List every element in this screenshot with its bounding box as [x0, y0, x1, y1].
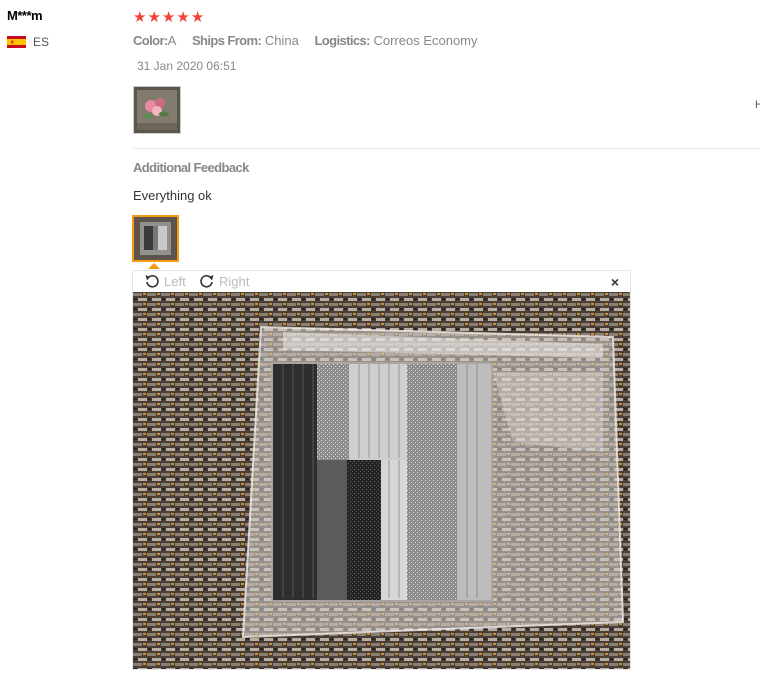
selected-thumbnail-pointer	[148, 263, 160, 269]
rotate-right-button[interactable]: Right	[199, 273, 249, 289]
close-viewer-button[interactable]: ×	[611, 274, 619, 290]
additional-feedback-text: Everything ok	[133, 188, 212, 203]
review-date: 31 Jan 2020 06:51	[137, 59, 237, 73]
rotate-left-icon	[145, 274, 159, 288]
star-icon: ★	[190, 9, 205, 26]
attr-ships-from: Ships From: China	[191, 33, 299, 48]
reviewer-name: M***m	[7, 8, 43, 23]
viewer-toolbar: Left Right ×	[133, 271, 630, 292]
order-attributes: Color:A Ships From: China Logistics: Cor…	[133, 33, 490, 48]
star-rating: ★ ★ ★ ★ ★	[133, 9, 204, 27]
star-icon: ★	[147, 9, 161, 26]
attr-color: Color:A	[133, 33, 177, 48]
star-icon: ★	[133, 9, 147, 26]
spain-flag-icon	[7, 36, 26, 48]
review-photo-thumbnail[interactable]	[133, 86, 181, 134]
enlarged-review-photo	[133, 292, 630, 669]
country-code: ES	[33, 35, 50, 49]
rotate-left-label: Left	[164, 273, 186, 289]
reviewer-country: ES	[7, 35, 49, 49]
additional-photo-thumbnail[interactable]	[132, 215, 179, 262]
attr-logistics: Logistics: Correos Economy	[314, 33, 478, 48]
additional-feedback-title: Additional Feedback	[133, 160, 249, 175]
truncated-text: H	[755, 99, 760, 111]
rotate-left-button[interactable]: Left	[144, 273, 186, 289]
photo-viewer: Left Right ×	[132, 270, 631, 670]
divider	[133, 148, 760, 149]
star-icon: ★	[161, 9, 176, 26]
star-icon: ★	[176, 9, 190, 26]
rotate-right-icon	[200, 274, 214, 288]
rotate-right-label: Right	[219, 273, 250, 289]
